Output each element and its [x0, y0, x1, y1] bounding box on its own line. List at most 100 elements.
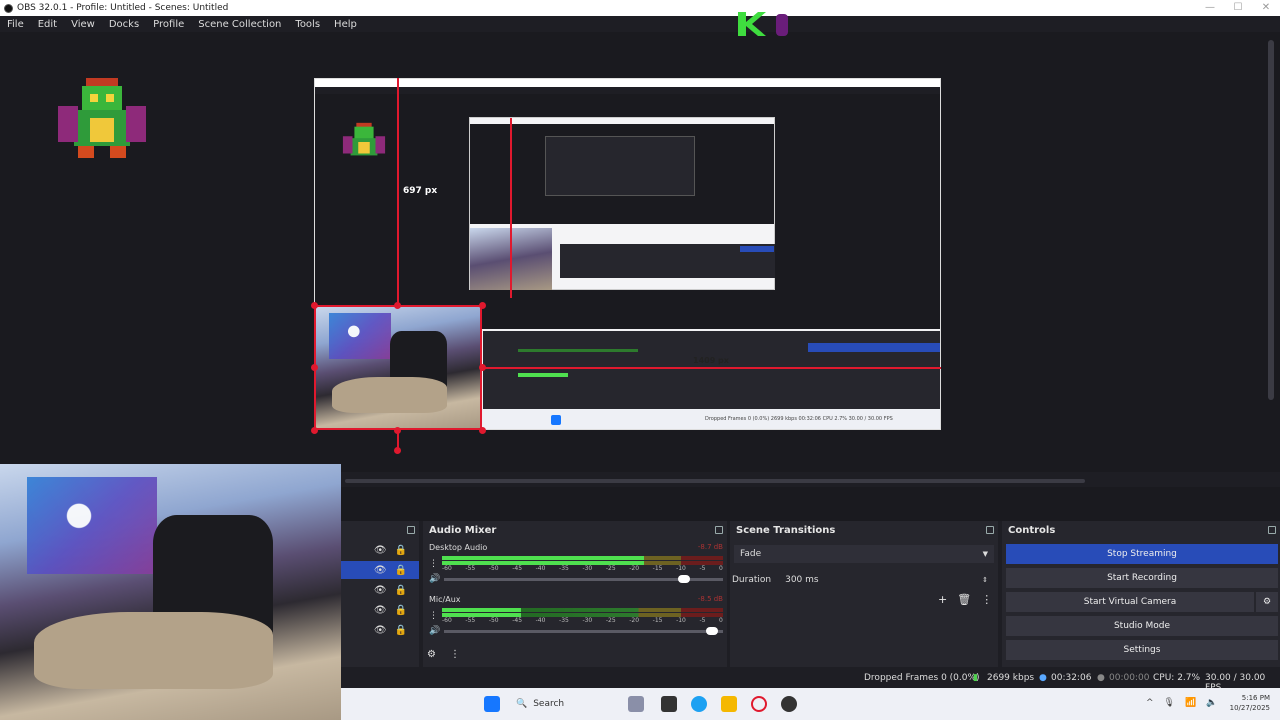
mixer-advanced-settings-icon[interactable]: ⚙	[427, 649, 436, 660]
height-distance-label: 697 px	[403, 186, 438, 196]
speaker-icon[interactable]: 🔊	[429, 626, 440, 636]
volume-slider[interactable]	[444, 626, 723, 635]
settings-button[interactable]: Settings	[1006, 640, 1278, 660]
taskbar-search[interactable]: 🔍 Search	[516, 694, 624, 714]
audio-mixer-title: Audio Mixer	[429, 524, 497, 536]
track-db-readout: -8.7 dB	[697, 543, 723, 551]
tray-chevron-up-icon[interactable]: ^	[1146, 698, 1154, 708]
stream-time-status: 00:32:06	[1051, 673, 1092, 683]
resize-handle-bottom-left[interactable]	[311, 427, 318, 434]
visibility-eye-icon[interactable]: 👁	[374, 565, 387, 576]
windows-taskbar: 🔍 Search ^ 🎙 📶 🔈 5:16 PM 10/27/2025	[341, 688, 1280, 720]
selected-camera-source[interactable]	[314, 305, 482, 430]
start-recording-button[interactable]: Start Recording	[1006, 568, 1278, 588]
search-icon: 🔍	[516, 699, 528, 709]
taskbar-search-label: Search	[533, 699, 565, 709]
track-name: Mic/Aux	[429, 595, 461, 604]
track-name: Desktop Audio	[429, 543, 488, 552]
taskbar-folder-icon[interactable]	[721, 696, 737, 712]
lock-icon[interactable]: 🔒	[395, 625, 407, 636]
status-bar: Dropped Frames 0 (0.0%) ▮ 2699 kbps ● 00…	[341, 668, 1280, 693]
taskbar-app-icon[interactable]	[628, 696, 644, 712]
close-button[interactable]: ✕	[1252, 0, 1280, 16]
menu-view[interactable]: View	[64, 19, 102, 30]
sources-dock: 👁 🔒 👁 🔒 👁 🔒 👁 🔒 👁 🔒	[341, 521, 419, 667]
resize-handle-bottom-right[interactable]	[479, 427, 486, 434]
speaker-icon[interactable]: 🔊	[429, 574, 440, 584]
cpu-status: CPU: 2.7%	[1153, 673, 1201, 683]
lock-icon[interactable]: 🔒	[395, 565, 407, 576]
source-row-selected[interactable]: 👁 🔒	[341, 561, 419, 579]
resize-handle-left[interactable]	[311, 364, 318, 371]
mixer-menu-icon[interactable]: ⋮	[450, 649, 460, 660]
preview-vertical-scrollbar[interactable]	[1268, 40, 1274, 400]
menu-profile[interactable]: Profile	[146, 19, 191, 30]
duration-label: Duration	[732, 575, 772, 585]
sources-popout-icon[interactable]	[407, 526, 415, 534]
clock-date: 10/27/2025	[1229, 704, 1270, 712]
rotate-handle[interactable]	[394, 447, 401, 454]
meter-ticks: -60 -55 -50 -45 -40 -35 -30 -25 -20 -15 -10 -5 0	[442, 565, 723, 572]
resize-handle-top-right[interactable]	[479, 302, 486, 309]
duration-row: Duration 300 ms ⇕	[732, 571, 994, 589]
track-db-readout: -8.5 dB	[697, 595, 723, 603]
source-row[interactable]: 👁 🔒	[341, 541, 419, 559]
menu-edit[interactable]: Edit	[31, 19, 64, 30]
stop-streaming-button[interactable]: Stop Streaming	[1006, 544, 1278, 564]
virtual-camera-settings-gear-icon[interactable]: ⚙	[1256, 592, 1278, 612]
lock-icon[interactable]: 🔒	[395, 605, 407, 616]
webcam-overlay	[0, 464, 341, 720]
resize-handle-top[interactable]	[394, 302, 401, 309]
source-row[interactable]: 👁 🔒	[341, 581, 419, 599]
volume-slider[interactable]	[444, 574, 723, 583]
visibility-eye-icon[interactable]: 👁	[374, 605, 387, 616]
visibility-eye-icon[interactable]: 👁	[374, 545, 387, 556]
transition-menu-icon[interactable]: ⋮	[981, 593, 992, 606]
taskbar-clock[interactable]: 5:16 PM 10/27/2025	[1230, 693, 1270, 713]
transitions-popout-icon[interactable]	[986, 526, 994, 534]
tray-volume-icon[interactable]: 🔈	[1206, 698, 1217, 708]
add-transition-icon[interactable]: +	[938, 593, 947, 606]
minimize-button[interactable]: —	[1196, 0, 1224, 16]
menu-help[interactable]: Help	[327, 19, 364, 30]
record-indicator-icon: ●	[1097, 673, 1105, 683]
spin-arrows-icon[interactable]: ⇕	[982, 576, 988, 584]
chevron-down-icon: ▼	[982, 550, 988, 558]
mixer-popout-icon[interactable]	[715, 526, 723, 534]
sources-dock-titlebar	[341, 521, 419, 539]
preview-horizontal-scrollbar[interactable]	[345, 479, 1085, 483]
signal-bars-icon: ▮	[973, 673, 978, 683]
resize-handle-bottom[interactable]	[394, 427, 401, 434]
menu-file[interactable]: File	[0, 19, 31, 30]
dock-area-spacer	[341, 487, 1280, 521]
transition-select[interactable]: Fade ▼	[734, 545, 994, 563]
track-menu-icon[interactable]: ⋮	[429, 611, 438, 621]
menu-docks[interactable]: Docks	[102, 19, 146, 30]
taskbar-edge-icon[interactable]	[691, 696, 707, 712]
taskbar-obs-icon[interactable]	[781, 696, 797, 712]
tray-wifi-icon[interactable]: 📶	[1185, 698, 1196, 708]
duration-spinbox[interactable]: 300 ms ⇕	[779, 571, 994, 589]
k-logo-icon	[738, 12, 788, 36]
windows-start-icon[interactable]	[484, 696, 500, 712]
tray-mic-icon[interactable]: 🎙	[1164, 698, 1175, 708]
lock-icon[interactable]: 🔒	[395, 545, 407, 556]
taskbar-opera-icon[interactable]	[751, 696, 767, 712]
source-row[interactable]: 👁 🔒	[341, 621, 419, 639]
record-time-status: 00:00:00	[1109, 673, 1150, 683]
start-virtual-camera-button[interactable]: Start Virtual Camera	[1006, 592, 1254, 612]
resize-handle-top-left[interactable]	[311, 302, 318, 309]
resize-handle-right[interactable]	[479, 364, 486, 371]
source-row[interactable]: 👁 🔒	[341, 601, 419, 619]
delete-transition-icon[interactable]: 🗑	[957, 593, 971, 606]
studio-mode-button[interactable]: Studio Mode	[1006, 616, 1278, 636]
menu-tools[interactable]: Tools	[288, 19, 327, 30]
visibility-eye-icon[interactable]: 👁	[374, 625, 387, 636]
lock-icon[interactable]: 🔒	[395, 585, 407, 596]
taskbar-terminal-icon[interactable]	[661, 696, 677, 712]
controls-popout-icon[interactable]	[1268, 526, 1276, 534]
maximize-button[interactable]: ☐	[1224, 0, 1252, 16]
menu-scene-collection[interactable]: Scene Collection	[191, 19, 288, 30]
track-menu-icon[interactable]: ⋮	[429, 559, 438, 569]
visibility-eye-icon[interactable]: 👁	[374, 585, 387, 596]
